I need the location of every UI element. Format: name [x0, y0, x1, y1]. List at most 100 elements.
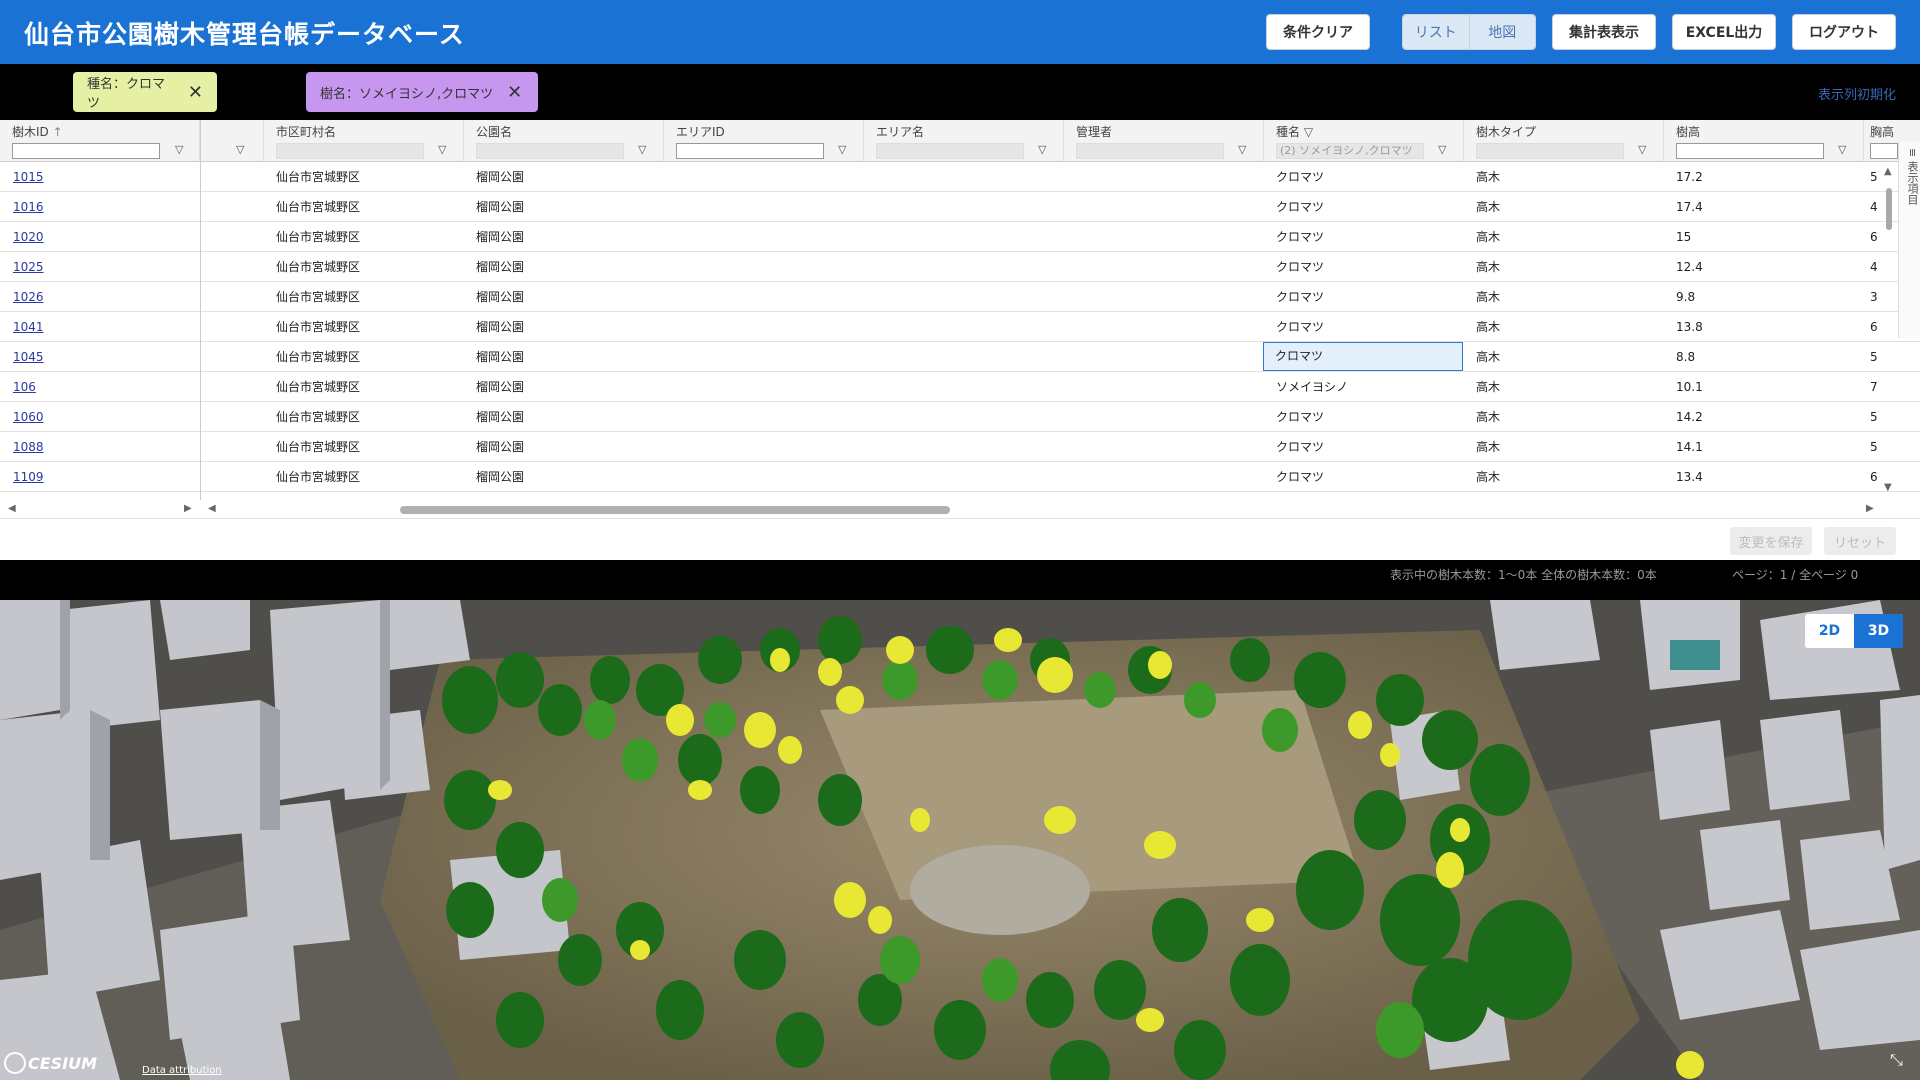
- tree-id-link[interactable]: 1109: [13, 462, 44, 492]
- table-row[interactable]: 1015 仙台市宮城野区 榴岡公園 クロマツ 高木 17.2 5: [0, 162, 1920, 192]
- selected-cell[interactable]: クロマツ: [1263, 342, 1463, 371]
- list-view-button[interactable]: リスト: [1403, 15, 1469, 49]
- excel-export-button[interactable]: EXCEL出力: [1672, 14, 1776, 50]
- fullscreen-icon[interactable]: ⤡: [1890, 1050, 1912, 1072]
- filter-icon[interactable]: ▽: [1438, 143, 1446, 156]
- filter-chip-label: 種名：クロマツ: [87, 77, 166, 111]
- tree-id-link[interactable]: 1015: [13, 162, 44, 192]
- 3d-view-button[interactable]: 3D: [1854, 614, 1903, 648]
- tree-id-link[interactable]: 1025: [13, 252, 44, 282]
- tree-id-filter-input[interactable]: [12, 143, 160, 159]
- table-row[interactable]: 1088 仙台市宮城野区 榴岡公園 クロマツ 高木 14.1 5: [0, 432, 1920, 462]
- scroll-up-icon[interactable]: ▲: [1884, 166, 1892, 177]
- height-filter-input[interactable]: [1676, 143, 1824, 159]
- vertical-scrollbar-thumb[interactable]: [1886, 188, 1892, 230]
- filter-icon[interactable]: ▽: [175, 143, 183, 156]
- table-row[interactable]: 1109 仙台市宮城野区 榴岡公園 クロマツ 高木 13.4 6: [0, 462, 1920, 492]
- close-icon[interactable]: ✕: [507, 82, 522, 103]
- filter-chip-bar: 種名：クロマツ ✕ 樹名：ソメイヨシノ,クロマツ ✕ 表示列初期化: [0, 64, 1920, 120]
- column-header-species[interactable]: 種名 ▽ (2) ソメイヨシノ,クロマツ ▽: [1264, 120, 1464, 162]
- filter-icon[interactable]: ▽: [236, 143, 244, 156]
- filter-icon[interactable]: ▽: [438, 143, 446, 156]
- table-row[interactable]: 1026 仙台市宮城野区 榴岡公園 クロマツ 高木 9.8 3: [0, 282, 1920, 312]
- column-header-blank: ▽: [200, 120, 264, 162]
- tree-id-link[interactable]: 1088: [13, 432, 44, 462]
- tree-id-link[interactable]: 1060: [13, 402, 44, 432]
- clear-conditions-button[interactable]: 条件クリア: [1266, 14, 1370, 50]
- scroll-left-icon[interactable]: ◀: [208, 503, 216, 514]
- table-row[interactable]: 1060 仙台市宮城野区 榴岡公園 クロマツ 高木 14.2 5: [0, 402, 1920, 432]
- tree-id-link[interactable]: 1041: [13, 312, 44, 342]
- tree-id-link[interactable]: 106: [13, 372, 36, 402]
- manager-filter-input[interactable]: [1076, 143, 1224, 159]
- filter-icon[interactable]: ▽: [1238, 143, 1246, 156]
- map-view-button[interactable]: 地図: [1468, 15, 1535, 49]
- species-filter-input[interactable]: (2) ソメイヨシノ,クロマツ: [1276, 143, 1424, 159]
- logout-button[interactable]: ログアウト: [1792, 14, 1896, 50]
- column-header-park[interactable]: 公園名 ▽: [464, 120, 664, 162]
- data-attribution-link[interactable]: Data attribution: [142, 1065, 222, 1076]
- city-filter-input[interactable]: [276, 143, 424, 159]
- map-3d-view[interactable]: 2D 3D CESIUM Data attribution ⤡: [0, 600, 1920, 1080]
- area-id-filter-input[interactable]: [676, 143, 824, 159]
- column-header-tree-id[interactable]: 樹木ID ↑ ▽: [0, 120, 200, 162]
- column-header-girth[interactable]: 胸高: [1864, 120, 1898, 162]
- column-header-city[interactable]: 市区町村名 ▽: [264, 120, 464, 162]
- tree-data-grid: 樹木ID ↑ ▽ ▽ 市区町村名 ▽ 公園名 ▽ エリアID ▽ エリア名 ▽: [0, 120, 1920, 560]
- scroll-down-icon[interactable]: ▼: [1884, 482, 1892, 493]
- tree-id-link[interactable]: 1016: [13, 192, 44, 222]
- column-header-area-name[interactable]: エリア名 ▽: [864, 120, 1064, 162]
- table-row[interactable]: 1045 仙台市宮城野区 榴岡公園 クロマツ 高木 8.8 5: [0, 342, 1920, 372]
- filter-icon[interactable]: ▽: [1038, 143, 1046, 156]
- cesium-logo: CESIUM: [4, 1052, 97, 1074]
- tree-type-filter-input[interactable]: [1476, 143, 1624, 159]
- scroll-right-icon[interactable]: ▶: [1866, 503, 1874, 514]
- table-row[interactable]: 1041 仙台市宮城野区 榴岡公園 クロマツ 高木 13.8 6: [0, 312, 1920, 342]
- close-icon[interactable]: ✕: [188, 82, 203, 103]
- table-row[interactable]: 1025 仙台市宮城野区 榴岡公園 クロマツ 高木 12.4 4: [0, 252, 1920, 282]
- column-label: 樹木ID ↑: [12, 125, 63, 139]
- save-changes-button[interactable]: 変更を保存: [1730, 527, 1812, 555]
- column-header-manager[interactable]: 管理者 ▽: [1064, 120, 1264, 162]
- app-header: 仙台市公園樹木管理台帳データベース 条件クリア リスト 地図 集計表表示 EXC…: [0, 0, 1920, 64]
- app-title: 仙台市公園樹木管理台帳データベース: [24, 20, 465, 49]
- filter-icon[interactable]: ▽: [1838, 143, 1846, 156]
- cesium-logo-icon: [4, 1052, 26, 1074]
- tree-id-link[interactable]: 1020: [13, 222, 44, 252]
- menu-icon: ≡: [1906, 148, 1919, 158]
- view-toggle: リスト 地図: [1402, 14, 1536, 50]
- park-filter-input[interactable]: [476, 143, 624, 159]
- filter-icon[interactable]: ▽: [638, 143, 646, 156]
- tree-id-link[interactable]: 1026: [13, 282, 44, 312]
- filter-chip-label: 樹名：ソメイヨシノ,クロマツ: [320, 86, 494, 102]
- tree-id-link[interactable]: 1045: [13, 342, 44, 372]
- tree-count-text: 表示中の樹木本数：1～0本 全体の樹木本数：0本: [1390, 568, 1657, 582]
- girth-filter-input[interactable]: [1870, 143, 1898, 159]
- column-header-area-id[interactable]: エリアID ▽: [664, 120, 864, 162]
- scroll-right-icon[interactable]: ▶: [184, 503, 192, 514]
- filter-icon[interactable]: ▽: [838, 143, 846, 156]
- horizontal-scrollbar-thumb[interactable]: [400, 506, 950, 514]
- table-row[interactable]: 1016 仙台市宮城野区 榴岡公園 クロマツ 高木 17.4 4: [0, 192, 1920, 222]
- pool: [1670, 640, 1720, 670]
- table-row[interactable]: 1020 仙台市宮城野区 榴岡公園 クロマツ 高木 15 6: [0, 222, 1920, 252]
- summary-table-button[interactable]: 集計表表示: [1552, 14, 1656, 50]
- pinned-column-divider: [200, 120, 201, 500]
- filter-chip-species[interactable]: 種名：クロマツ ✕: [73, 72, 217, 112]
- grid-footer: 変更を保存 リセット: [0, 518, 1920, 560]
- filter-chip-tree-name[interactable]: 樹名：ソメイヨシノ,クロマツ ✕: [306, 72, 538, 112]
- filter-icon[interactable]: ▽: [1638, 143, 1646, 156]
- reset-button[interactable]: リセット: [1824, 527, 1896, 555]
- plaza: [910, 845, 1090, 935]
- column-header-height[interactable]: 樹高 ▽: [1664, 120, 1864, 162]
- scroll-left-icon[interactable]: ◀: [8, 503, 16, 514]
- area-name-filter-input[interactable]: [876, 143, 1024, 159]
- columns-side-tab[interactable]: ≡ 表示項目: [1898, 142, 1920, 338]
- column-header-tree-type[interactable]: 樹木タイプ ▽: [1464, 120, 1664, 162]
- table-row[interactable]: 106 仙台市宮城野区 榴岡公園 ソメイヨシノ 高木 10.1 7: [0, 372, 1920, 402]
- page-info-text: ページ：1 / 全ページ 0: [1732, 568, 1859, 582]
- filter-active-icon: ▽: [1303, 125, 1314, 139]
- reset-columns-link[interactable]: 表示列初期化: [1818, 84, 1896, 103]
- 2d-view-button[interactable]: 2D: [1805, 614, 1854, 648]
- map-scene: [0, 600, 1920, 1080]
